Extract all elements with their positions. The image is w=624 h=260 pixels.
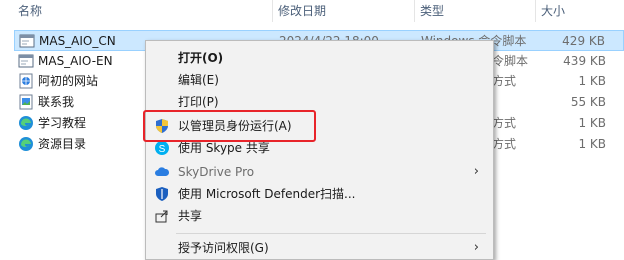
file-size: 439 KB [563,54,606,68]
menu-item-label: 共享 [178,209,203,223]
file-name: 联系我 [38,95,75,109]
file-type: 方式 [492,74,517,88]
svg-text:S: S [159,144,166,155]
file-size: 1 KB [578,116,606,130]
file-name: MAS_AIO-EN [38,54,113,68]
file-type: 方式 [492,137,517,151]
menu-item-open[interactable]: 打开(O) [146,47,493,69]
menu-item-share[interactable]: 共享 [146,205,493,227]
column-divider[interactable] [535,0,536,22]
file-name: 阿初的网站 [38,74,99,88]
menu-separator [176,233,486,234]
file-name: 资源目录 [38,137,87,151]
column-header-bar: 名称 修改日期 类型 大小 [0,0,624,24]
cmd-script-icon [19,33,35,49]
file-name: MAS_AIO_CN [39,34,116,48]
cloud-icon [154,164,170,180]
file-size: 429 KB [562,34,605,48]
column-header-date[interactable]: 修改日期 [274,1,326,23]
column-divider[interactable] [272,0,273,22]
file-name: 学习教程 [38,116,87,130]
cmd-script-icon [18,53,34,69]
highlight-annotation [143,110,316,142]
file-type: 方式 [492,116,517,130]
file-size: 1 KB [578,137,606,151]
menu-item-label: 使用 Microsoft Defender扫描... [178,187,356,201]
edge-shortcut-icon [18,136,34,152]
menu-item-edit[interactable]: 编辑(E) [146,69,493,91]
menu-item-label: 打开(O) [178,51,224,65]
skype-icon: S [154,140,170,156]
column-header-size[interactable]: 大小 [537,1,565,23]
chevron-right-icon: › [473,164,479,179]
share-icon [154,208,170,224]
menu-item-skydrive-pro[interactable]: SkyDrive Pro › [146,161,493,183]
file-size: 1 KB [578,74,606,88]
menu-item-label: SkyDrive Pro [178,165,255,179]
defender-shield-icon [154,186,170,202]
file-size: 55 KB [570,95,606,109]
menu-item-label: 授予访问权限(G) [178,241,269,255]
menu-item-grant-access[interactable]: 授予访问权限(G) › [146,237,493,259]
column-divider[interactable] [414,0,415,22]
context-menu: 打开(O) 编辑(E) 打印(P) 以管理员身份运行(A) S 使用 Skype… [145,40,494,260]
menu-item-defender-scan[interactable]: 使用 Microsoft Defender扫描... [146,183,493,205]
chevron-right-icon: › [473,240,479,255]
menu-item-label: 编辑(E) [178,73,219,87]
edge-shortcut-icon [18,115,34,131]
image-file-icon [18,94,34,110]
url-shortcut-icon [18,73,34,89]
column-header-name[interactable]: 名称 [14,1,42,23]
column-header-type[interactable]: 类型 [416,1,444,23]
